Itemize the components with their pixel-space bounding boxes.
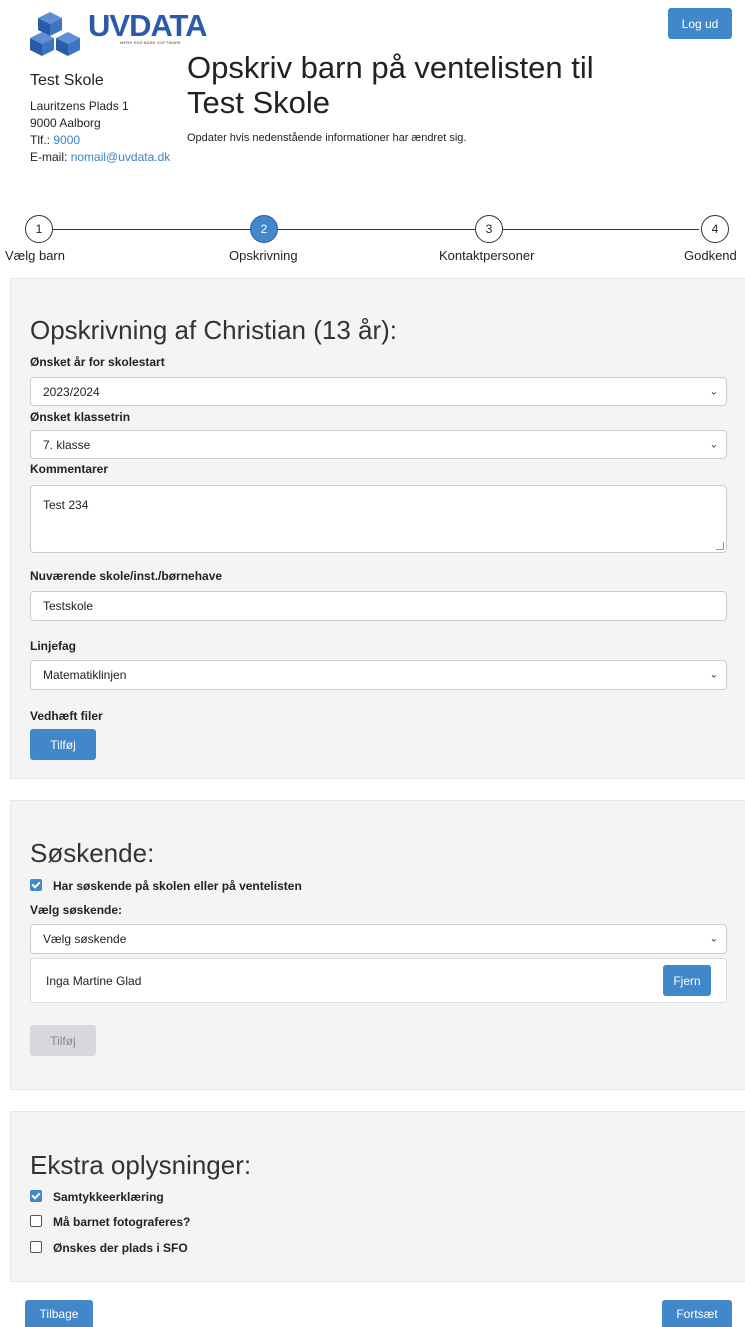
registration-heading: Opskrivning af Christian (13 år): (30, 315, 398, 345)
current-school-value: Testskole (43, 599, 94, 613)
school-city: 9000 Aalborg (30, 116, 101, 130)
logout-button[interactable]: Log ud (668, 8, 732, 39)
sfo-label: Ønskes der plads i SFO (53, 1241, 188, 1255)
school-address: Lauritzens Plads 1 (30, 99, 129, 113)
step-4-circle[interactable]: 4 (701, 215, 729, 243)
step-3-label: Kontaktpersoner (439, 248, 535, 263)
line-subject-value: Matematiklinjen (43, 668, 127, 682)
comments-label: Kommentarer (30, 462, 109, 476)
chevron-down-icon: ⌄ (709, 386, 718, 397)
line-subject-label: Linjefag (30, 639, 77, 653)
email-link[interactable]: nomail@uvdata.dk (71, 150, 171, 164)
school-phone: Tlf.: 9000 (30, 132, 80, 149)
chevron-down-icon: ⌄ (709, 933, 718, 945)
phone-label: Tlf.: (30, 133, 50, 147)
has-siblings-label: Har søskende på skolen eller på ventelis… (53, 879, 302, 893)
line-subject-select[interactable]: Matematiklinjen ⌄ (30, 660, 727, 690)
grade-value: 7. klasse (43, 437, 91, 452)
current-school-input[interactable]: Testskole (30, 591, 727, 621)
sibling-name: Inga Martine Glad (46, 974, 142, 988)
photo-checkbox[interactable] (30, 1215, 42, 1227)
continue-button[interactable]: Fortsæt (662, 1300, 732, 1327)
start-year-label: Ønsket år for skolestart (30, 355, 165, 369)
school-name: Test Skole (30, 72, 104, 89)
add-sibling-button[interactable]: Tilføj (30, 1025, 96, 1056)
phone-link[interactable]: 9000 (53, 133, 80, 147)
comments-value: Test 234 (43, 498, 89, 512)
attach-files-label: Vedhæft filer (30, 709, 103, 723)
step-1-label: Vælg barn (5, 248, 65, 263)
attach-add-button[interactable]: Tilføj (30, 729, 96, 760)
logo (30, 10, 88, 58)
step-2-circle[interactable]: 2 (250, 215, 278, 243)
back-button[interactable]: Tilbage (25, 1300, 93, 1327)
logo-tagline: MERE END BARE SOFTWARE (120, 40, 182, 45)
current-school-label: Nuværende skole/inst./børnehave (30, 569, 223, 583)
photo-label: Må barnet fotograferes? (53, 1215, 191, 1229)
email-label: E-mail: (30, 150, 68, 164)
page-title: Opskriv barn på ventelisten til Test Sko… (187, 50, 594, 120)
stepper-line (49, 229, 699, 230)
chevron-down-icon: ⌄ (709, 439, 718, 450)
start-year-value: 2023/2024 (43, 384, 100, 399)
extra-info-heading: Ekstra oplysninger: (30, 1150, 252, 1180)
step-4-label: Godkend (684, 248, 737, 263)
step-1-circle[interactable]: 1 (25, 215, 53, 243)
consent-label: Samtykkeerklæring (53, 1190, 164, 1204)
step-2-label: Opskrivning (229, 248, 298, 263)
comments-textarea[interactable]: Test 234 (30, 485, 727, 553)
grade-select[interactable]: 7. klasse ⌄ (30, 430, 727, 459)
resize-handle-icon[interactable] (716, 542, 724, 550)
grade-label: Ønsket klassetrin (30, 410, 131, 424)
sfo-checkbox[interactable] (30, 1241, 42, 1253)
choose-sibling-value: Vælg søskende (43, 932, 127, 946)
uvdata-logo-icon (30, 12, 80, 56)
choose-sibling-label: Vælg søskende: (30, 903, 123, 917)
step-3-circle[interactable]: 3 (475, 215, 503, 243)
choose-sibling-select[interactable]: Vælg søskende ⌄ (30, 924, 727, 954)
remove-sibling-button[interactable]: Fjern (663, 965, 711, 996)
start-year-select[interactable]: 2023/2024 ⌄ (30, 377, 727, 406)
page-subtitle: Opdater hvis nedenstående informationer … (187, 132, 467, 144)
consent-checkbox[interactable] (30, 1190, 42, 1202)
has-siblings-checkbox[interactable] (30, 879, 42, 891)
school-email: E-mail: nomail@uvdata.dk (30, 149, 170, 166)
logo-text: UVDATA (88, 8, 208, 43)
chevron-down-icon: ⌄ (709, 669, 718, 681)
siblings-heading: Søskende: (30, 838, 155, 868)
